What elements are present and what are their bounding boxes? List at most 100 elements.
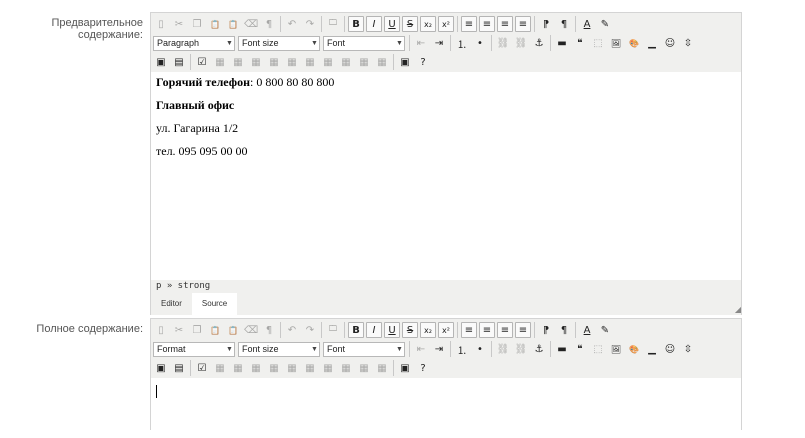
tab-source[interactable]: Source [191,293,238,315]
media-icon[interactable]: ▣ [153,54,169,70]
align-left-icon[interactable]: ≡ [461,16,477,32]
folder-icon[interactable]: 🗀 [325,322,341,338]
undo-icon[interactable]: ↶ [284,16,300,32]
unordered-list-icon[interactable]: • [472,35,488,51]
underline-icon[interactable]: U [384,16,400,32]
copy-icon[interactable]: ❐ [189,16,205,32]
bold-icon[interactable]: B [348,322,364,338]
insert-row-after-icon[interactable]: ▦ [266,54,282,70]
bold-icon[interactable]: B [348,16,364,32]
film-icon[interactable]: ▤ [171,54,187,70]
align-justify-icon[interactable]: ≡ [515,16,531,32]
ordered-list-icon[interactable]: ⒈ [454,35,470,51]
insert-row-before-icon[interactable]: ▦ [248,360,264,376]
image-icon[interactable]: 🖼 [608,341,624,357]
redo-icon[interactable]: ↷ [302,322,318,338]
insert-col-after-icon[interactable]: ▦ [320,360,336,376]
new-doc-icon[interactable]: ▯ [153,16,169,32]
resize-handle-icon[interactable]: ◢ [735,306,741,314]
help-icon[interactable]: ? [415,54,431,70]
paragraph-icon[interactable]: ¶ [261,16,277,32]
rtl-icon[interactable]: ¶ [556,322,572,338]
copy-icon[interactable]: ❐ [189,322,205,338]
table-icon[interactable]: ☑ [194,54,210,70]
anchor-icon[interactable]: ⚓ [531,35,547,51]
split-cells-icon[interactable]: ▦ [356,54,372,70]
highlight-icon[interactable]: ✎ [597,322,613,338]
ordered-list-icon[interactable]: ⒈ [454,341,470,357]
fullscreen-icon[interactable]: ⬚ [590,341,606,357]
align-justify-icon[interactable]: ≡ [515,322,531,338]
clear-format-icon[interactable]: ⌫ [243,16,259,32]
table-cell-props-icon[interactable]: ▦ [230,54,246,70]
visual-aid-icon[interactable]: ▣ [397,54,413,70]
align-right-icon[interactable]: ≡ [497,322,513,338]
image-icon[interactable]: 🖼 [608,35,624,51]
font-select[interactable]: Font ▼ [323,341,405,357]
split-cells-icon[interactable]: ▦ [356,360,372,376]
insert-col-before-icon[interactable]: ▦ [302,54,318,70]
delete-col-icon[interactable]: ▦ [338,54,354,70]
cut-icon[interactable]: ✂ [171,322,187,338]
format-select[interactable]: Format ▼ [153,341,235,357]
blockquote-icon[interactable]: ❝ [572,35,588,51]
insert-row-after-icon[interactable]: ▦ [266,360,282,376]
paint-icon[interactable]: 🎨 [626,341,642,357]
special-char-icon[interactable]: ▁ [644,35,660,51]
horizontal-rule-icon[interactable]: ▬ [554,341,570,357]
table-row-props-icon[interactable]: ▦ [212,360,228,376]
paste-icon[interactable]: 📋 [207,322,223,338]
highlight-icon[interactable]: ✎ [597,16,613,32]
paste-text-icon[interactable]: 📋 [225,16,241,32]
cut-icon[interactable]: ✂ [171,16,187,32]
ltr-icon[interactable]: ⁋ [538,16,554,32]
page-break-icon[interactable]: ⇳ [680,341,696,357]
align-center-icon[interactable]: ≡ [479,16,495,32]
italic-icon[interactable]: I [366,16,382,32]
horizontal-rule-icon[interactable]: ▬ [554,35,570,51]
align-left-icon[interactable]: ≡ [461,322,477,338]
editor-content-area[interactable]: Горячий телефон: 0 800 80 80 800 Главный… [151,72,741,280]
paint-icon[interactable]: 🎨 [626,35,642,51]
paste-icon[interactable]: 📋 [207,16,223,32]
new-doc-icon[interactable]: ▯ [153,322,169,338]
preview-content-editor[interactable]: ▯ ✂ ❐ 📋 📋 ⌫ ¶ ↶ ↷ 🗀 B I U Sx₂ x² ≡ ≡ ≡ ≡ ⁋ ¶ A ✎ Paragraph ▼ Fo… [150,12,742,315]
font-size-select[interactable]: Font size ▼ [238,35,320,51]
strikethrough-icon[interactable]: S [402,322,418,338]
merge-cells-icon[interactable]: ▦ [374,54,390,70]
strikethrough-icon[interactable]: S [402,16,418,32]
link-icon[interactable]: ⛓ [495,35,511,51]
unlink-icon[interactable]: ⛓ [513,341,529,357]
text-color-icon[interactable]: A [579,16,595,32]
merge-cells-icon[interactable]: ▦ [374,360,390,376]
insert-col-before-icon[interactable]: ▦ [302,360,318,376]
superscript-icon[interactable]: x² [438,16,454,32]
subscript-icon[interactable]: x₂ [420,16,436,32]
emoticon-icon[interactable]: ☺ [662,341,678,357]
paragraph-icon[interactable]: ¶ [261,322,277,338]
indent-icon[interactable]: ⇥ [431,341,447,357]
table-row-props-icon[interactable]: ▦ [212,54,228,70]
delete-col-icon[interactable]: ▦ [338,360,354,376]
tab-editor[interactable]: Editor [151,293,192,315]
paste-text-icon[interactable]: 📋 [225,322,241,338]
delete-row-icon[interactable]: ▦ [284,54,300,70]
font-size-select[interactable]: Font size ▼ [238,341,320,357]
text-color-icon[interactable]: A [579,322,595,338]
font-select[interactable]: Font ▼ [323,35,405,51]
table-icon[interactable]: ☑ [194,360,210,376]
anchor-icon[interactable]: ⚓ [531,341,547,357]
underline-icon[interactable]: U [384,322,400,338]
full-content-editor[interactable]: ▯ ✂ ❐ 📋 📋 ⌫ ¶ ↶ ↷ 🗀 B I U Sx₂ x² ≡ ≡ ≡ ≡ ⁋ ¶ A ✎ Format ▼ Font … [150,318,742,438]
ltr-icon[interactable]: ⁋ [538,322,554,338]
media-icon[interactable]: ▣ [153,360,169,376]
indent-icon[interactable]: ⇥ [431,35,447,51]
superscript-icon[interactable]: x² [438,322,454,338]
align-center-icon[interactable]: ≡ [479,322,495,338]
table-cell-props-icon[interactable]: ▦ [230,360,246,376]
clear-format-icon[interactable]: ⌫ [243,322,259,338]
insert-row-before-icon[interactable]: ▦ [248,54,264,70]
outdent-icon[interactable]: ⇤ [413,35,429,51]
redo-icon[interactable]: ↷ [302,16,318,32]
unordered-list-icon[interactable]: • [472,341,488,357]
